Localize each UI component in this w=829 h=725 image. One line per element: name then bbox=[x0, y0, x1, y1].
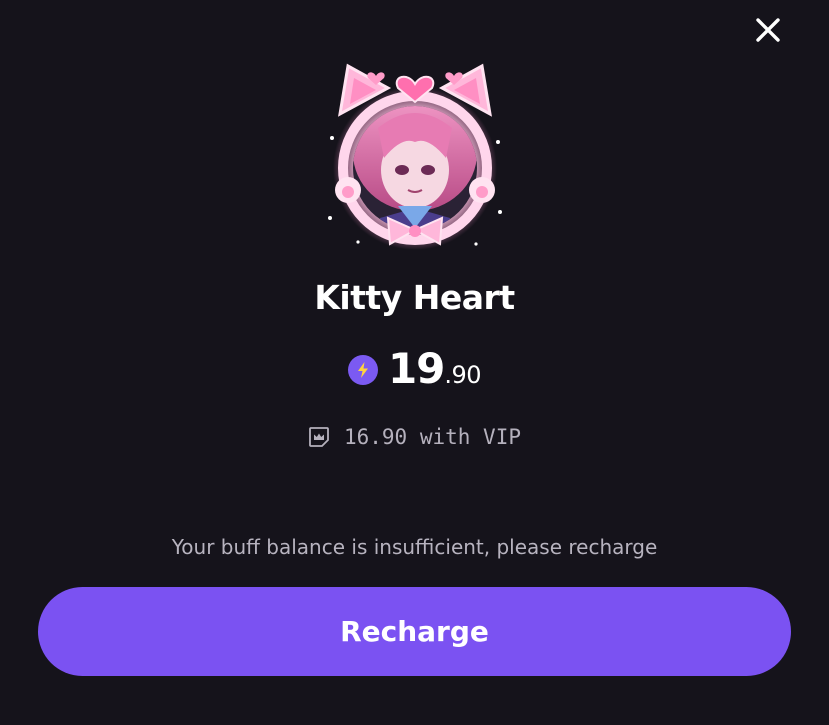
close-button[interactable] bbox=[752, 14, 784, 46]
kitty-heart-avatar-frame-icon bbox=[328, 63, 502, 250]
close-icon bbox=[756, 18, 780, 42]
vip-price-text: 16.90 with VIP bbox=[343, 425, 521, 449]
vip-crown-icon bbox=[309, 427, 329, 447]
vip-price: 16.90 with VIP bbox=[0, 422, 829, 452]
price: 19 .90 bbox=[0, 344, 829, 394]
avatar-frame-preview bbox=[318, 58, 512, 252]
price-decimal: .90 bbox=[444, 361, 482, 389]
lightning-coin-icon bbox=[347, 355, 378, 385]
item-name: Kitty Heart bbox=[314, 278, 515, 317]
recharge-button[interactable]: Recharge bbox=[38, 587, 791, 676]
insufficient-balance-message: Your buff balance is insufficient, pleas… bbox=[171, 535, 658, 559]
price-integer: 19 bbox=[387, 344, 445, 393]
